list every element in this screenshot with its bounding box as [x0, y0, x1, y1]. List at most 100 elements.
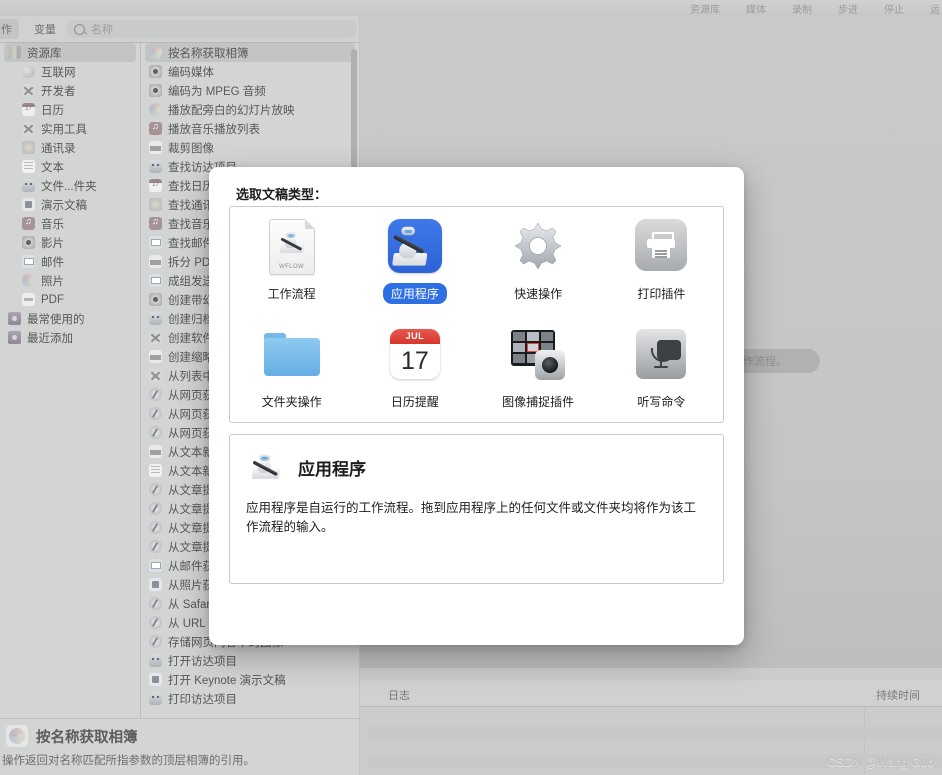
- automator-window: 资源库 媒体 录制 步进 停止 运 作 变量 名称 资源库互联网开发者日历实用工…: [0, 0, 942, 775]
- doc-type-image-capture-plugin[interactable]: 图像捕捉插件: [477, 315, 600, 423]
- library-action-label: 播放配旁白的幻灯片放映: [168, 104, 295, 117]
- library-category-label: 影片: [41, 237, 64, 250]
- search-input[interactable]: 名称: [66, 20, 357, 38]
- music-icon: [22, 217, 35, 230]
- library-category-item[interactable]: 实用工具: [0, 119, 140, 138]
- library-category-item[interactable]: 影片: [0, 233, 140, 252]
- preview-icon: [149, 255, 162, 268]
- doc-type-calendar-alarm[interactable]: JUL 17 日历提醒: [353, 315, 476, 423]
- library-action-item[interactable]: 编码媒体: [141, 62, 359, 81]
- calendar-icon: [22, 103, 35, 116]
- library-action-label: 打印访达项目: [168, 693, 237, 706]
- photos-icon: [22, 274, 35, 287]
- toolbar-item-run[interactable]: 运: [930, 1, 940, 16]
- doc-type-label: 文件夹操作: [261, 395, 322, 409]
- mail-icon: [149, 274, 162, 287]
- mail-icon: [149, 559, 162, 572]
- doc-type-label: 日历提醒: [390, 395, 439, 409]
- library-category-item[interactable]: 文本: [0, 157, 140, 176]
- library-category-item[interactable]: 最常使用的: [0, 309, 140, 328]
- safari-icon: [149, 597, 162, 610]
- safari-icon: [149, 502, 162, 515]
- library-category-item[interactable]: 互联网: [0, 62, 140, 81]
- library-category-label: 实用工具: [41, 123, 87, 136]
- microphone-icon: [633, 327, 689, 383]
- doc-type-label: 图像捕捉插件: [502, 395, 575, 409]
- safari-icon: [149, 616, 162, 629]
- contacts-icon: [149, 198, 162, 211]
- doc-type-print-plugin[interactable]: 打印插件: [600, 207, 723, 315]
- smart-folder-icon: [8, 331, 21, 344]
- smart-folder-icon: [8, 312, 21, 325]
- doc-type-quick-action[interactable]: 快速操作: [477, 207, 600, 315]
- toolbar-item-media[interactable]: 媒体: [746, 1, 766, 16]
- library-action-item[interactable]: 打开 Keynote 演示文稿: [141, 670, 359, 689]
- library-category-item[interactable]: 通讯录: [0, 138, 140, 157]
- workflow-document-icon: WFLOW: [264, 219, 320, 275]
- library-category-item[interactable]: 音乐: [0, 214, 140, 233]
- library-action-label: 编码为 MPEG 音频: [168, 85, 266, 98]
- image-capture-icon: [510, 327, 566, 383]
- gear-icon: [510, 219, 566, 275]
- library-category-label: 互联网: [41, 66, 76, 79]
- workflow-badge-text: WFLOW: [279, 264, 305, 270]
- toolbar-item-step[interactable]: 步进: [838, 1, 858, 16]
- contacts-icon: [22, 141, 35, 154]
- doc-type-workflow[interactable]: WFLOW 工作流程: [230, 207, 353, 315]
- keynote-icon: [149, 578, 162, 591]
- keynote-icon: [149, 673, 162, 686]
- doc-type-application[interactable]: 应用程序: [353, 207, 476, 315]
- library-category-label: 演示文稿: [41, 199, 87, 212]
- document-type-detail: 应用程序 应用程序是自运行的工作流程。拖到应用程序上的任何文件或文件夹均将作为该…: [229, 434, 724, 584]
- library-category-item[interactable]: 日历: [0, 100, 140, 119]
- library-action-item[interactable]: 播放音乐播放列表: [141, 119, 359, 138]
- calendar-icon: JUL 17: [387, 327, 443, 383]
- action-description-body: 操作返回对名称匹配所指参数的顶层相簿的引用。: [2, 755, 255, 767]
- library-category-item[interactable]: PDF: [0, 290, 140, 309]
- library-action-item[interactable]: 打开访达项目: [141, 651, 359, 670]
- globe-icon: [22, 65, 35, 78]
- library-category-label: 资源库: [27, 47, 62, 60]
- sheet-title: 选取文稿类型：: [236, 187, 328, 202]
- library-action-item[interactable]: 按名称获取相簿: [145, 43, 355, 62]
- library-category-label: 开发者: [41, 85, 76, 98]
- finder-icon: [149, 312, 162, 325]
- toolbar-item-library[interactable]: 资源库: [690, 1, 720, 16]
- doc-type-dictation-command[interactable]: 听写命令: [600, 315, 723, 423]
- log-column-name[interactable]: 日志: [388, 687, 410, 703]
- library-action-item[interactable]: 打印访达项目: [141, 689, 359, 708]
- mail-icon: [149, 236, 162, 249]
- developer-icon: [149, 331, 162, 344]
- doc-type-folder-action[interactable]: 文件夹操作: [230, 315, 353, 423]
- log-column-duration[interactable]: 持续时间: [876, 687, 920, 703]
- library-category-item[interactable]: 最近添加: [0, 328, 140, 347]
- quicktime-icon: [149, 293, 162, 306]
- window-toolbar: 资源库 媒体 录制 步进 停止 运: [0, 0, 942, 16]
- library-category-item[interactable]: 照片: [0, 271, 140, 290]
- library-action-item[interactable]: 裁剪图像: [141, 138, 359, 157]
- folder-icon: [263, 327, 320, 383]
- tab-variables[interactable]: 变量: [27, 19, 63, 39]
- music-icon: [149, 217, 162, 230]
- library-action-item[interactable]: 编码为 MPEG 音频: [141, 81, 359, 100]
- library-category-item[interactable]: 文件...件夹: [0, 176, 140, 195]
- library-category-label: 文本: [41, 161, 64, 174]
- quicktime-icon: [22, 236, 35, 249]
- printer-icon: [633, 219, 689, 275]
- library-category-item[interactable]: 资源库: [4, 43, 136, 62]
- action-description-title: 按名称获取相簿: [36, 729, 138, 746]
- library-category-item[interactable]: 开发者: [0, 81, 140, 100]
- toolbar-item-stop[interactable]: 停止: [884, 1, 904, 16]
- search-icon: [74, 23, 85, 35]
- library-category-item[interactable]: 邮件: [0, 252, 140, 271]
- safari-icon: [149, 483, 162, 496]
- photos-icon: [6, 725, 28, 747]
- library-action-label: 播放音乐播放列表: [168, 123, 260, 136]
- library-action-item[interactable]: 播放配旁白的幻灯片放映: [141, 100, 359, 119]
- tab-actions[interactable]: 作: [0, 19, 19, 39]
- watermark: CSDN @Wang Guo: [827, 755, 934, 769]
- library-category-item[interactable]: 演示文稿: [0, 195, 140, 214]
- safari-icon: [149, 540, 162, 553]
- toolbar-item-record[interactable]: 录制: [792, 1, 812, 16]
- library-category-list[interactable]: 资源库互联网开发者日历实用工具通讯录文本文件...件夹演示文稿音乐影片邮件照片 P…: [0, 43, 141, 718]
